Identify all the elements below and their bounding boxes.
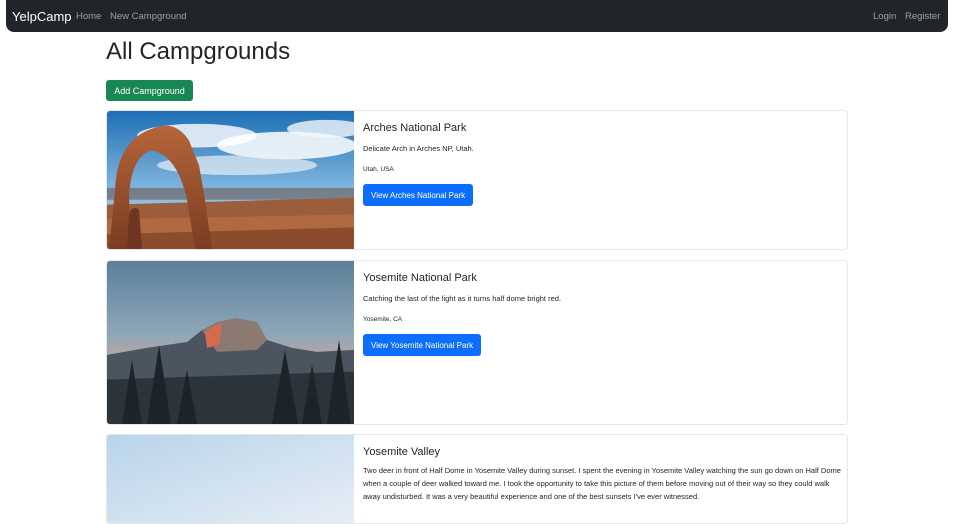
nav-link-register[interactable]: Register [905,11,940,22]
card-title: Arches National Park [363,122,467,134]
view-campground-button[interactable]: View Yosemite National Park [363,334,482,356]
nav-link-login[interactable]: Login [873,11,896,22]
campground-card: Yosemite National Park Catching the last… [106,260,848,425]
card-description: Catching the last of the light as it tur… [363,294,562,303]
view-campground-button[interactable]: View Arches National Park [363,184,474,206]
card-title: Yosemite Valley [363,446,441,458]
page-title: All Campgrounds [106,38,291,65]
campground-image [107,435,354,523]
campground-image [107,111,354,249]
card-location: Utah, USA [363,166,394,173]
navbar: YelpCamp Home New Campground Login Regis… [6,0,948,32]
campground-image [107,261,354,424]
card-description: Two deer in front of Half Dome in Yosemi… [363,466,841,501]
card-title: Yosemite National Park [363,272,477,284]
nav-link-new-campground[interactable]: New Campground [110,11,187,22]
card-description: Delicate Arch in Arches NP, Utah. [363,144,474,153]
add-campground-button[interactable]: Add Campground [106,80,193,101]
campground-card: Yosemite Valley Two deer in front of Hal… [106,434,848,524]
campground-card: Arches National Park Delicate Arch in Ar… [106,110,848,250]
brand-logo[interactable]: YelpCamp [12,9,72,24]
card-location: Yosemite, CA [363,316,403,323]
nav-link-home[interactable]: Home [76,11,101,22]
